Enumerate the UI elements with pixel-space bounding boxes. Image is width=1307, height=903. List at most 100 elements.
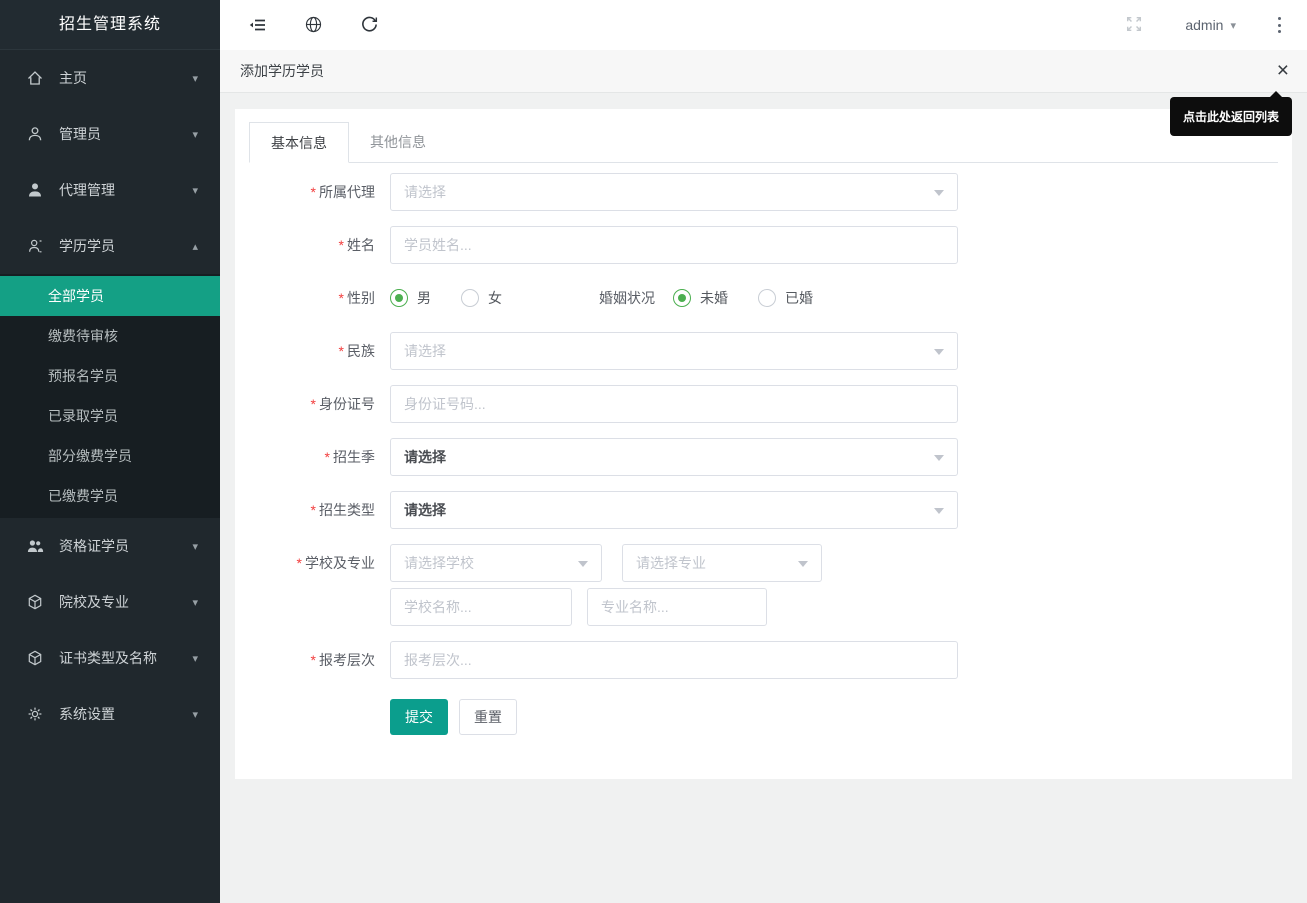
student-form: *所属代理 请选择 *姓名 xyxy=(249,163,1278,735)
settings-icon xyxy=(26,705,46,723)
required-asterisk: * xyxy=(339,237,344,253)
chevron-down-icon xyxy=(934,508,944,514)
refresh-icon[interactable] xyxy=(360,15,380,35)
field-row-ethnicity: *民族 请选择 xyxy=(249,332,1278,370)
sidebar-item-payment-review[interactable]: 缴费待审核 xyxy=(0,316,220,356)
sidebar-item-home[interactable]: 主页 ▾ xyxy=(0,50,220,106)
input-placeholder: 身份证号码... xyxy=(404,394,486,414)
collapse-sidebar-icon[interactable] xyxy=(248,15,268,35)
tab-other-info[interactable]: 其他信息 xyxy=(349,122,447,162)
reset-button[interactable]: 重置 xyxy=(459,699,517,735)
ethnicity-select[interactable]: 请选择 xyxy=(390,332,958,370)
chevron-down-icon xyxy=(934,349,944,355)
sidebar-item-all-students[interactable]: 全部学员 xyxy=(0,276,220,316)
sidebar-item-admitted[interactable]: 已录取学员 xyxy=(0,396,220,436)
chevron-down-icon: ▾ xyxy=(192,652,198,665)
user-name: admin xyxy=(1185,17,1223,33)
field-label: *性别 xyxy=(249,279,390,317)
sidebar-item-cert-types[interactable]: 证书类型及名称 ▾ xyxy=(0,630,220,686)
fullscreen-icon[interactable] xyxy=(1125,15,1145,35)
sidebar-item-label: 院校及专业 xyxy=(59,592,129,612)
return-to-list-tooltip: 点击此处返回列表 xyxy=(1170,97,1292,136)
radio-circle-icon xyxy=(673,289,691,307)
field-row-type: *招生类型 请选择 xyxy=(249,491,1278,529)
sidebar-item-label: 资格证学员 xyxy=(59,536,129,556)
sidebar-item-admins[interactable]: 管理员 ▾ xyxy=(0,106,220,162)
select-placeholder: 请选择学校 xyxy=(404,553,474,573)
major-select[interactable]: 请选择专业 xyxy=(622,544,822,582)
sidebar-item-label: 证书类型及名称 xyxy=(59,648,157,668)
field-label: *民族 xyxy=(249,332,390,370)
field-row-name: *姓名 学员姓名... xyxy=(249,226,1278,264)
sidebar-item-partial-paid[interactable]: 部分缴费学员 xyxy=(0,436,220,476)
sidebar-item-label: 学历学员 xyxy=(59,236,115,256)
page-header: 添加学历学员 × 点击此处返回列表 xyxy=(220,50,1307,93)
field-label: *招生类型 xyxy=(249,491,390,529)
chevron-up-icon: ▴ xyxy=(192,240,198,253)
input-placeholder: 专业名称... xyxy=(601,597,669,617)
sidebar-item-schools-majors[interactable]: 院校及专业 ▾ xyxy=(0,574,220,630)
school-select[interactable]: 请选择学校 xyxy=(390,544,602,582)
radio-label: 未婚 xyxy=(700,288,728,308)
user-menu[interactable]: admin ▾ xyxy=(1185,17,1236,33)
required-asterisk: * xyxy=(339,343,344,359)
field-label: *姓名 xyxy=(249,226,390,264)
select-placeholder: 请选择专业 xyxy=(636,553,706,573)
field-row-id-number: *身份证号 身份证号码... xyxy=(249,385,1278,423)
language-globe-icon[interactable] xyxy=(304,15,324,35)
input-placeholder: 学员姓名... xyxy=(404,235,472,255)
content-area: 基本信息 其他信息 *所属代理 请选择 xyxy=(220,93,1307,903)
id-number-input[interactable]: 身份证号码... xyxy=(390,385,958,423)
field-row-gender-marital: *性别 男 女 婚姻状况 未婚 xyxy=(249,279,1278,317)
sidebar-item-pre-registered[interactable]: 预报名学员 xyxy=(0,356,220,396)
agent-select[interactable]: 请选择 xyxy=(390,173,958,211)
more-options-icon[interactable] xyxy=(1272,13,1287,36)
select-placeholder: 请选择 xyxy=(404,182,446,202)
name-input[interactable]: 学员姓名... xyxy=(390,226,958,264)
required-asterisk: * xyxy=(325,449,330,465)
sidebar-item-label: 代理管理 xyxy=(59,180,115,200)
radio-circle-icon xyxy=(390,289,408,307)
field-row-school-major: *学校及专业 请选择学校 请选择专业 xyxy=(249,544,1278,626)
close-icon[interactable]: × xyxy=(1277,61,1289,81)
sidebar-item-settings[interactable]: 系统设置 ▾ xyxy=(0,686,220,742)
chevron-down-icon xyxy=(798,561,808,567)
radio-label: 男 xyxy=(417,288,431,308)
major-name-input[interactable]: 专业名称... xyxy=(587,588,767,626)
input-placeholder: 学校名称... xyxy=(404,597,472,617)
sidebar-item-label: 系统设置 xyxy=(59,704,115,724)
season-select[interactable]: 请选择 xyxy=(390,438,958,476)
chevron-down-icon: ▾ xyxy=(1230,19,1236,32)
required-asterisk: * xyxy=(311,652,316,668)
tab-basic-info[interactable]: 基本信息 xyxy=(249,122,349,163)
submit-button[interactable]: 提交 xyxy=(390,699,448,735)
input-placeholder: 报考层次... xyxy=(404,650,472,670)
required-asterisk: * xyxy=(311,396,316,412)
chevron-down-icon: ▾ xyxy=(192,128,198,141)
school-name-input[interactable]: 学校名称... xyxy=(390,588,572,626)
tab-bar: 基本信息 其他信息 xyxy=(249,122,1278,163)
level-input[interactable]: 报考层次... xyxy=(390,641,958,679)
type-select[interactable]: 请选择 xyxy=(390,491,958,529)
cert-type-icon xyxy=(26,649,46,667)
gender-radio-male[interactable]: 男 xyxy=(390,288,431,308)
sidebar-item-cert-students[interactable]: 资格证学员 ▾ xyxy=(0,518,220,574)
sidebar-item-label: 管理员 xyxy=(59,124,101,144)
gender-radio-female[interactable]: 女 xyxy=(461,288,502,308)
sidebar-item-agents[interactable]: 代理管理 ▾ xyxy=(0,162,220,218)
radio-label: 女 xyxy=(488,288,502,308)
marital-radio-married[interactable]: 已婚 xyxy=(758,288,813,308)
marital-radio-unmarried[interactable]: 未婚 xyxy=(673,288,728,308)
select-placeholder: 请选择 xyxy=(404,341,446,361)
topbar: admin ▾ xyxy=(220,0,1307,50)
required-asterisk: * xyxy=(311,184,316,200)
chevron-down-icon xyxy=(578,561,588,567)
chevron-down-icon: ▾ xyxy=(192,184,198,197)
sidebar-submenu-degree-students: 全部学员 缴费待审核 预报名学员 已录取学员 部分缴费学员 已缴费学员 xyxy=(0,274,220,518)
field-label: *报考层次 xyxy=(249,641,390,679)
field-label: *招生季 xyxy=(249,438,390,476)
sidebar-item-degree-students[interactable]: 学历学员 ▴ xyxy=(0,218,220,274)
sidebar-item-paid[interactable]: 已缴费学员 xyxy=(0,476,220,516)
agent-icon xyxy=(26,181,46,199)
required-asterisk: * xyxy=(311,502,316,518)
